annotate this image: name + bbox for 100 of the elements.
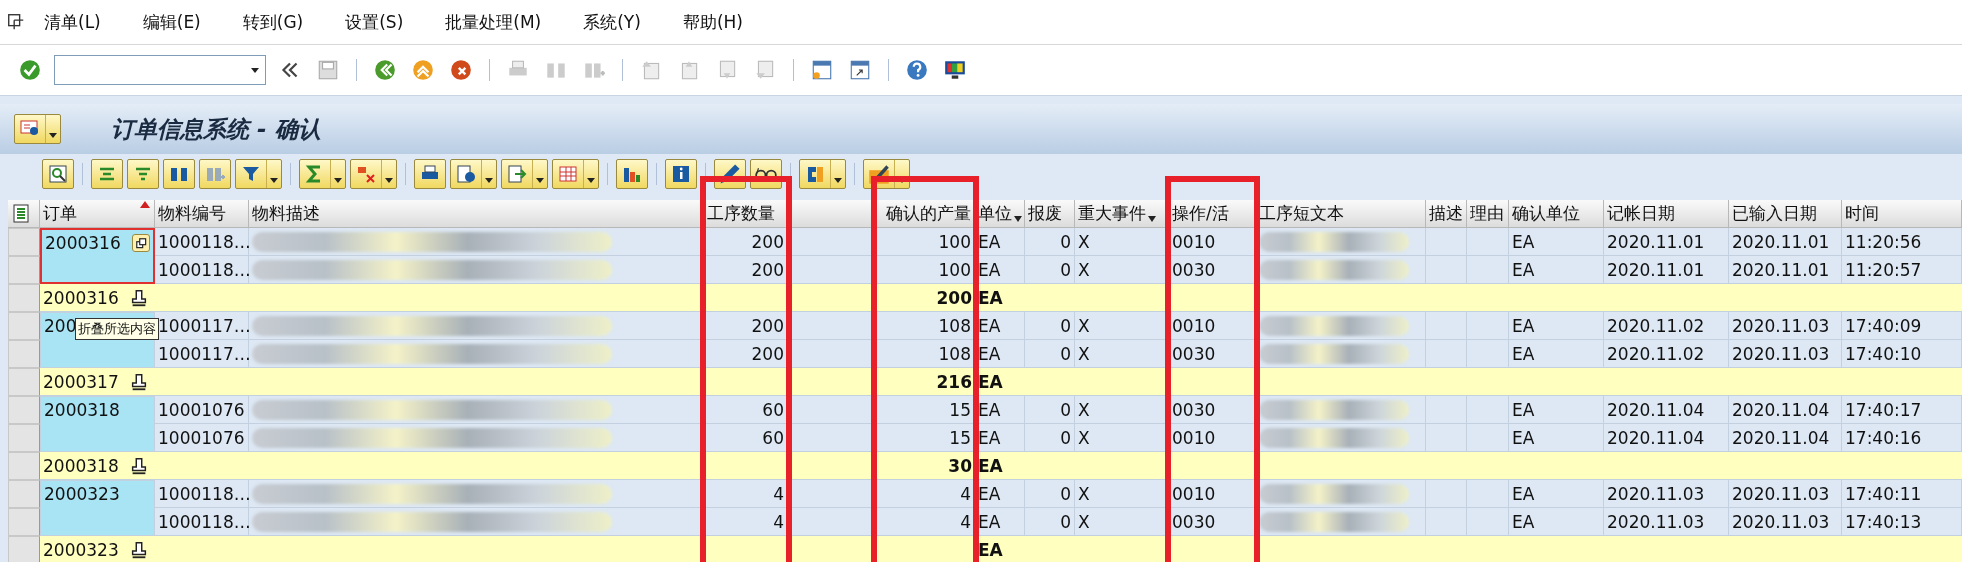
row-selector[interactable] <box>8 340 40 368</box>
check-icon <box>18 58 42 82</box>
table-cell: 17:40:10 <box>1842 340 1962 368</box>
table-cell: 2020.11.03 <box>1729 312 1842 340</box>
header-cell[interactable]: 已输入日期 <box>1729 200 1842 228</box>
toolbar-button[interactable] <box>799 159 846 189</box>
row-selector[interactable] <box>8 312 40 340</box>
row-selector[interactable] <box>8 368 40 396</box>
table-cell: EA <box>1509 256 1604 284</box>
back-icon <box>373 58 397 82</box>
layout-button[interactable] <box>8 200 40 228</box>
table-cell: 2020.11.01 <box>1729 228 1842 256</box>
order-number: 2000316 <box>45 233 121 253</box>
menu-item[interactable]: 编辑(E) <box>124 10 225 34</box>
menu-button[interactable] <box>14 114 61 144</box>
toolbar-button[interactable] <box>616 159 648 189</box>
row-selector[interactable] <box>8 452 40 480</box>
row-selector[interactable] <box>8 424 40 452</box>
toolbar-button[interactable] <box>235 159 282 189</box>
header-cell[interactable]: 工序数量 <box>704 200 788 228</box>
column-header[interactable]: 确认单位 <box>1512 202 1580 225</box>
menu-item[interactable]: 转到(G) <box>224 10 328 34</box>
header-cell[interactable]: 确认的产量 <box>875 200 975 228</box>
column-header[interactable]: 重大事件 <box>1078 202 1146 225</box>
header-cell[interactable]: 记帐日期 <box>1604 200 1729 228</box>
column-header[interactable]: 物料描述 <box>252 202 320 225</box>
header-cell[interactable]: 操作/活 <box>1169 200 1256 228</box>
table-cell: 2020.11.04 <box>1604 424 1729 452</box>
subtotal-value: 30 <box>948 456 972 476</box>
save-icon <box>316 58 340 82</box>
column-header[interactable]: 操作/活 <box>1172 202 1229 225</box>
menu-item[interactable]: 设置(S) <box>327 10 428 34</box>
table-cell: 0 <box>1025 424 1075 452</box>
menu-item[interactable]: 系统(Y) <box>565 10 665 34</box>
row-selector[interactable] <box>8 256 40 284</box>
table-cell: 2020.11.03 <box>1729 340 1842 368</box>
header-cell[interactable]: 物料编号 <box>155 200 249 228</box>
table-cell: 10001076 <box>155 424 249 452</box>
menu-item[interactable]: 清单(L) <box>26 10 125 34</box>
order-number: 2000317 <box>43 372 119 392</box>
column-header[interactable]: 订单 <box>43 202 77 225</box>
column-header[interactable]: 单位 <box>978 202 1012 225</box>
command-field[interactable] <box>54 55 266 85</box>
column-header[interactable]: 工序短文本 <box>1259 202 1344 225</box>
table-cell: 2020.11.01 <box>1604 256 1729 284</box>
window-menu-icon <box>6 12 26 32</box>
table-cell: 17:40:17 <box>1842 396 1962 424</box>
header-cell[interactable]: 订单 <box>40 200 155 228</box>
help-icon <box>905 58 929 82</box>
header-cell[interactable]: 报废 <box>1025 200 1075 228</box>
toolbar-button[interactable] <box>414 159 446 189</box>
subtotal-unit: EA <box>978 540 1003 560</box>
row-selector[interactable] <box>8 480 40 508</box>
menu-item[interactable]: 帮助(H) <box>664 10 767 34</box>
table-cell: 0 <box>1025 508 1075 536</box>
subtotal-value: 216 <box>936 372 972 392</box>
shortcut-window-icon <box>848 58 872 82</box>
header-cell[interactable]: 确认单位 <box>1509 200 1604 228</box>
table-cell: 2020.11.03 <box>1729 508 1842 536</box>
table-cell: EA <box>1509 424 1604 452</box>
header-cell[interactable]: 时间 <box>1842 200 1962 228</box>
toolbar-button[interactable] <box>450 159 497 189</box>
table-cell: 2020.11.04 <box>1729 396 1842 424</box>
export-icon <box>506 163 528 185</box>
table-cell: 2020.11.01 <box>1604 228 1729 256</box>
table-cell: EA <box>1509 480 1604 508</box>
row-selector[interactable] <box>8 536 40 562</box>
column-header[interactable]: 记帐日期 <box>1607 202 1675 225</box>
table-cell: 0 <box>1025 396 1075 424</box>
info-icon <box>670 163 692 185</box>
table-cell: 17:40:09 <box>1842 312 1962 340</box>
subtotal-unit: EA <box>978 288 1003 308</box>
table-cell: 2020.11.03 <box>1604 480 1729 508</box>
toolbar-button[interactable] <box>665 159 697 189</box>
table-cell: 2020.11.02 <box>1604 312 1729 340</box>
header-cell[interactable]: 理由 <box>1467 200 1509 228</box>
table-cell: 11:20:56 <box>1842 228 1962 256</box>
collapse-button[interactable] <box>132 234 150 252</box>
table-cell: 0 <box>1025 228 1075 256</box>
column-header[interactable]: 报废 <box>1028 202 1062 225</box>
column-header[interactable]: 已输入日期 <box>1732 202 1817 225</box>
column-header[interactable]: 时间 <box>1845 202 1879 225</box>
row-selector[interactable] <box>8 508 40 536</box>
toolbar-button[interactable] <box>163 159 195 189</box>
overlapping-windows-icon <box>134 236 148 250</box>
column-header[interactable]: 确认的产量 <box>886 202 971 225</box>
table-cell: 2020.11.03 <box>1729 480 1842 508</box>
row-selector[interactable] <box>8 284 40 312</box>
exit-icon <box>411 58 435 82</box>
column-header[interactable]: 物料编号 <box>158 202 226 225</box>
table-cell: 2020.11.02 <box>1604 340 1729 368</box>
column-header[interactable]: 理由 <box>1470 202 1504 225</box>
table-cell: 0 <box>1025 340 1075 368</box>
column-header[interactable]: 工序数量 <box>707 202 775 225</box>
row-selector[interactable] <box>8 396 40 424</box>
order-number: 2000318 <box>43 456 119 476</box>
row-selector[interactable] <box>8 228 40 256</box>
new-window-icon <box>810 58 834 82</box>
menu-item[interactable]: 批量处理(M) <box>427 10 566 34</box>
subtotal-value: 200 <box>936 288 972 308</box>
